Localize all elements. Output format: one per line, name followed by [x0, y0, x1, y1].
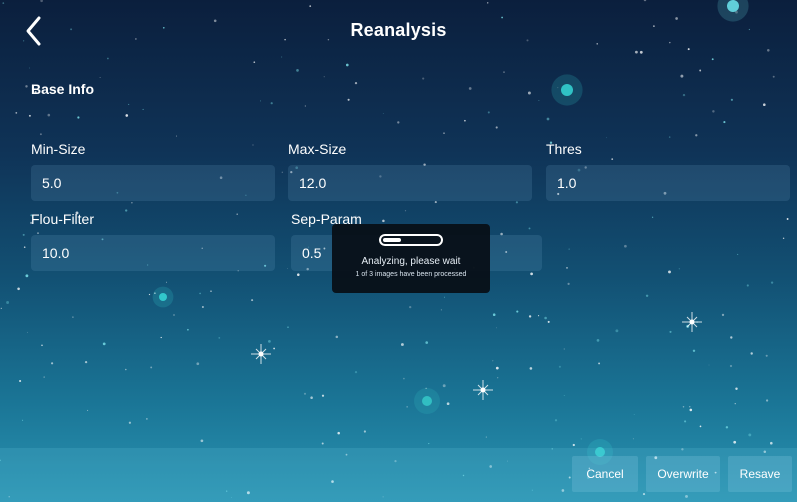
min-size-field[interactable]: 5.0	[31, 165, 275, 201]
progress-dialog: Analyzing, please wait 1 of 3 images hav…	[332, 224, 490, 293]
max-size-label: Max-Size	[288, 141, 347, 157]
progress-bar	[379, 234, 443, 246]
thres-label: Thres	[546, 141, 582, 157]
section-title-base-info: Base Info	[31, 81, 95, 97]
thres-field[interactable]: 1.0	[546, 165, 790, 201]
progress-bar-fill	[383, 238, 401, 242]
dialog-message: Analyzing, please wait	[361, 256, 461, 267]
flou-filter-field[interactable]: 10.0	[31, 235, 275, 271]
max-size-field[interactable]: 12.0	[288, 165, 532, 201]
cancel-button[interactable]: Cancel	[572, 456, 638, 492]
dialog-detail: 1 of 3 images have been processed	[355, 271, 467, 278]
overwrite-button[interactable]: Overwrite	[646, 456, 720, 492]
resave-button[interactable]: Resave	[728, 456, 792, 492]
page-title: Reanalysis	[350, 20, 447, 40]
min-size-label: Min-Size	[31, 141, 86, 157]
flou-filter-label: Flou-Filter	[31, 211, 95, 227]
